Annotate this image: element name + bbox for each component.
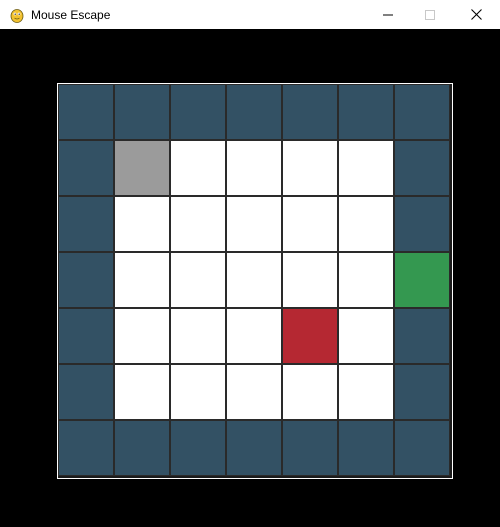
- app-window: Mouse Escape: [0, 0, 500, 527]
- floor-tile: [114, 308, 170, 364]
- floor-tile: [170, 196, 226, 252]
- pygame-snake-icon: [9, 7, 25, 23]
- wall-tile: [58, 420, 114, 476]
- wall-tile: [58, 308, 114, 364]
- wall-tile: [170, 84, 226, 140]
- floor-tile: [226, 252, 282, 308]
- floor-tile: [282, 140, 338, 196]
- wall-tile: [114, 420, 170, 476]
- floor-tile: [226, 140, 282, 196]
- maze-board: [57, 83, 453, 479]
- wall-tile: [394, 196, 450, 252]
- wall-tile: [394, 420, 450, 476]
- floor-tile: [338, 308, 394, 364]
- floor-tile: [338, 196, 394, 252]
- close-icon: [470, 9, 482, 20]
- maximize-icon: [425, 9, 435, 20]
- close-button[interactable]: [452, 0, 500, 29]
- wall-tile: [58, 364, 114, 420]
- minimize-icon: [383, 14, 393, 15]
- wall-tile: [226, 420, 282, 476]
- window-title: Mouse Escape: [31, 7, 111, 22]
- wall-tile: [114, 84, 170, 140]
- cat-tile: [282, 308, 338, 364]
- floor-tile: [282, 196, 338, 252]
- wall-tile: [282, 84, 338, 140]
- wall-tile: [170, 420, 226, 476]
- wall-tile: [338, 420, 394, 476]
- wall-tile: [394, 84, 450, 140]
- floor-tile: [170, 252, 226, 308]
- mouse-tile: [114, 140, 170, 196]
- maximize-button[interactable]: [408, 0, 452, 29]
- floor-tile: [114, 196, 170, 252]
- floor-tile: [170, 308, 226, 364]
- floor-tile: [282, 252, 338, 308]
- game-canvas[interactable]: [3, 29, 497, 527]
- minimize-button[interactable]: [368, 0, 408, 29]
- wall-tile: [58, 196, 114, 252]
- floor-tile: [338, 140, 394, 196]
- exit-tile: [394, 252, 450, 308]
- floor-tile: [170, 140, 226, 196]
- floor-tile: [170, 364, 226, 420]
- wall-tile: [394, 364, 450, 420]
- wall-tile: [58, 140, 114, 196]
- floor-tile: [338, 252, 394, 308]
- floor-tile: [114, 252, 170, 308]
- wall-tile: [338, 84, 394, 140]
- floor-tile: [114, 364, 170, 420]
- floor-tile: [226, 364, 282, 420]
- floor-tile: [282, 364, 338, 420]
- wall-tile: [282, 420, 338, 476]
- title-bar[interactable]: Mouse Escape: [0, 0, 500, 29]
- wall-tile: [394, 140, 450, 196]
- wall-tile: [58, 84, 114, 140]
- wall-tile: [58, 252, 114, 308]
- floor-tile: [338, 364, 394, 420]
- wall-tile: [226, 84, 282, 140]
- floor-tile: [226, 308, 282, 364]
- floor-tile: [226, 196, 282, 252]
- wall-tile: [394, 308, 450, 364]
